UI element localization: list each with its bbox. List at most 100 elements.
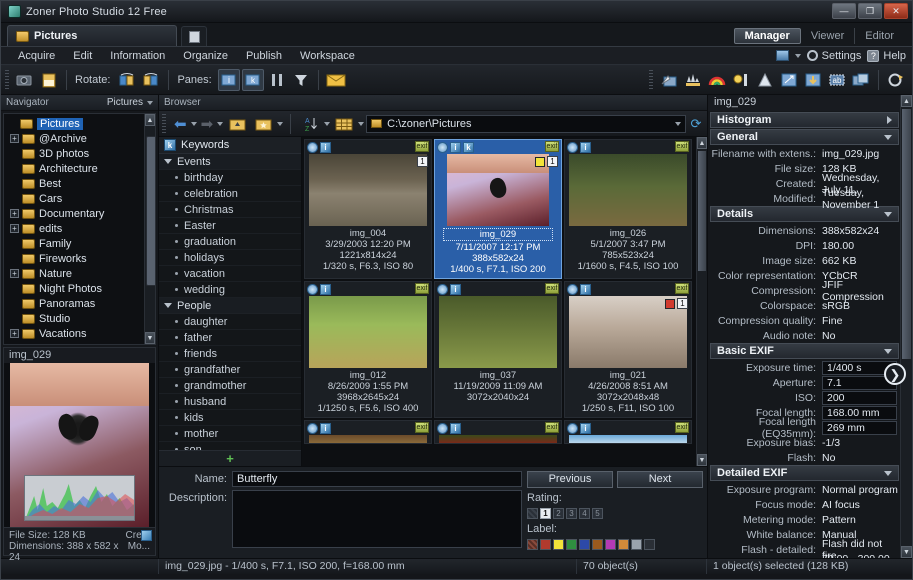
tree-node-documentary[interactable]: +Documentary — [4, 206, 155, 221]
compare-icon[interactable] — [266, 69, 288, 91]
section-header-basic-exif[interactable]: Basic EXIF — [710, 343, 899, 359]
rotate-left-icon[interactable] — [116, 69, 138, 91]
tree-node-fireworks[interactable]: Fireworks — [4, 251, 155, 266]
menu-acquire[interactable]: Acquire — [9, 50, 64, 62]
keyword-item-wedding[interactable]: wedding — [159, 282, 301, 298]
rating-star-2[interactable]: 2 — [553, 508, 564, 519]
gear-icon[interactable] — [567, 423, 578, 434]
exif-badge-icon[interactable]: exif — [545, 422, 559, 433]
rating-star-4[interactable]: 4 — [579, 508, 590, 519]
keywords-list[interactable]: EventsbirthdaycelebrationChristmasEaster… — [159, 154, 301, 450]
thumbnail-scroll-thumb[interactable] — [698, 151, 706, 271]
forward-dropdown-icon[interactable] — [217, 122, 223, 126]
rotate-tool-icon[interactable] — [885, 69, 907, 91]
preview-image[interactable] — [10, 363, 149, 527]
thumbnail-scrollbar[interactable]: ▲ ▼ — [696, 137, 707, 466]
tree-node-3d-photos[interactable]: 3D photos — [4, 146, 155, 161]
keyword-item-celebration[interactable]: celebration — [159, 186, 301, 202]
tree-node-pictures[interactable]: Pictures — [4, 116, 155, 131]
brightness-icon[interactable] — [730, 69, 752, 91]
property-value[interactable]: 269 mm — [822, 421, 897, 435]
exif-badge-icon[interactable]: exif — [415, 283, 429, 294]
exif-badge-icon[interactable]: exif — [675, 422, 689, 433]
thumbnail-image[interactable] — [439, 435, 557, 443]
section-header-detailed-exif[interactable]: Detailed EXIF — [710, 465, 899, 481]
path-input[interactable]: C:\zoner\Pictures — [366, 115, 686, 133]
keyword-item-christmas[interactable]: Christmas — [159, 202, 301, 218]
keyword-item-grandfather[interactable]: grandfather — [159, 362, 301, 378]
pane-keywords-icon[interactable]: k — [242, 69, 264, 91]
expand-icon[interactable]: + — [10, 329, 19, 338]
forward-arrow-icon[interactable]: ➡ — [199, 115, 216, 133]
thumbnail-item[interactable]: iexif — [304, 420, 432, 444]
back-dropdown-icon[interactable] — [191, 122, 197, 126]
details-scroll-up-button[interactable]: ▲ — [901, 95, 912, 107]
rating-star-3[interactable]: 3 — [566, 508, 577, 519]
exif-badge-icon[interactable]: exif — [675, 283, 689, 294]
previous-button[interactable]: Previous — [527, 471, 613, 488]
thumbnail-image[interactable] — [569, 154, 687, 226]
keyword-item-daughter[interactable]: daughter — [159, 314, 301, 330]
tree-node-architecture[interactable]: Architecture — [4, 161, 155, 176]
browser-toolbar-grip[interactable] — [162, 114, 166, 134]
keyword-item-kids[interactable]: kids — [159, 410, 301, 426]
pane-info-icon[interactable]: i — [218, 69, 240, 91]
keyword-item-easter[interactable]: Easter — [159, 218, 301, 234]
refresh-icon[interactable]: ⟳ — [688, 116, 704, 132]
thumbnail-scroll-up-button[interactable]: ▲ — [697, 137, 707, 149]
label-swatch-1[interactable] — [540, 539, 551, 550]
expand-panel-button[interactable]: ❯ — [884, 363, 906, 385]
keyword-group-people[interactable]: People — [159, 298, 301, 314]
toolbar-grip-2[interactable] — [649, 70, 653, 90]
gear-icon[interactable] — [437, 423, 448, 434]
chevron-down-icon[interactable] — [795, 54, 801, 58]
mode-tab-editor[interactable]: Editor — [855, 28, 904, 44]
expand-icon[interactable]: + — [10, 134, 19, 143]
sort-az-icon[interactable]: AZ — [299, 113, 321, 135]
info-icon[interactable]: i — [320, 423, 331, 434]
keyword-icon[interactable]: k — [463, 142, 474, 153]
label-swatch-7[interactable] — [618, 539, 629, 550]
menu-workspace[interactable]: Workspace — [291, 50, 364, 62]
toolbar-grip[interactable] — [5, 70, 9, 90]
tree-node-night-photos[interactable]: Night Photos — [4, 281, 155, 296]
expand-icon[interactable]: + — [10, 209, 19, 218]
resize-icon[interactable] — [778, 69, 800, 91]
sort-dropdown-icon[interactable] — [324, 122, 330, 126]
gear-icon[interactable] — [307, 423, 318, 434]
next-button[interactable]: Next — [617, 471, 703, 488]
tree-node--archive[interactable]: +@Archive — [4, 131, 155, 146]
minimize-button[interactable]: — — [832, 3, 856, 19]
thumbnail-area[interactable]: iexifimg_0043/29/2003 12:20 PM1221x814x2… — [302, 137, 707, 466]
keyword-item-friends[interactable]: friends — [159, 346, 301, 362]
thumbnail-item[interactable]: iexifimg_0214/26/2008 8:51 AM3072x2048x4… — [564, 281, 692, 418]
details-sections[interactable]: HistogramGeneralFilename with extens.:im… — [708, 111, 912, 558]
tree-node-studio[interactable]: Studio — [4, 311, 155, 326]
tree-node-nature[interactable]: +Nature — [4, 266, 155, 281]
tree-node-wedding[interactable]: Wedding — [4, 341, 155, 345]
tree-node-cars[interactable]: Cars — [4, 191, 155, 206]
keyword-item-husband[interactable]: husband — [159, 394, 301, 410]
clipboard-icon[interactable] — [38, 69, 60, 91]
info-icon[interactable]: i — [320, 284, 331, 295]
mode-tab-manager[interactable]: Manager — [734, 28, 801, 44]
folder-dropdown-icon[interactable] — [277, 122, 283, 126]
batch-icon[interactable] — [850, 69, 872, 91]
info-icon[interactable]: i — [450, 284, 461, 295]
thumbnail-image[interactable] — [309, 435, 427, 443]
info-icon[interactable]: i — [450, 423, 461, 434]
name-input[interactable]: Butterfly — [232, 471, 522, 487]
label-swatch-8[interactable] — [631, 539, 642, 550]
menu-edit[interactable]: Edit — [64, 50, 101, 62]
keyword-item-graduation[interactable]: graduation — [159, 234, 301, 250]
label-swatch-5[interactable] — [592, 539, 603, 550]
preview-badge-icon[interactable] — [141, 530, 152, 541]
tree-scroll-thumb[interactable] — [146, 136, 156, 286]
thumbnail-item[interactable]: iexifimg_0265/1/2007 3:47 PM785x523x241/… — [564, 139, 692, 279]
property-value[interactable]: 200 — [822, 391, 897, 405]
folder-tree[interactable]: Pictures+@Archive3D photosArchitectureBe… — [3, 113, 156, 345]
info-icon[interactable]: i — [450, 142, 461, 153]
thumbnail-item[interactable]: iexifimg_0043/29/2003 12:20 PM1221x814x2… — [304, 139, 432, 279]
levels-icon[interactable] — [682, 69, 704, 91]
thumbnail-image[interactable] — [309, 154, 427, 226]
